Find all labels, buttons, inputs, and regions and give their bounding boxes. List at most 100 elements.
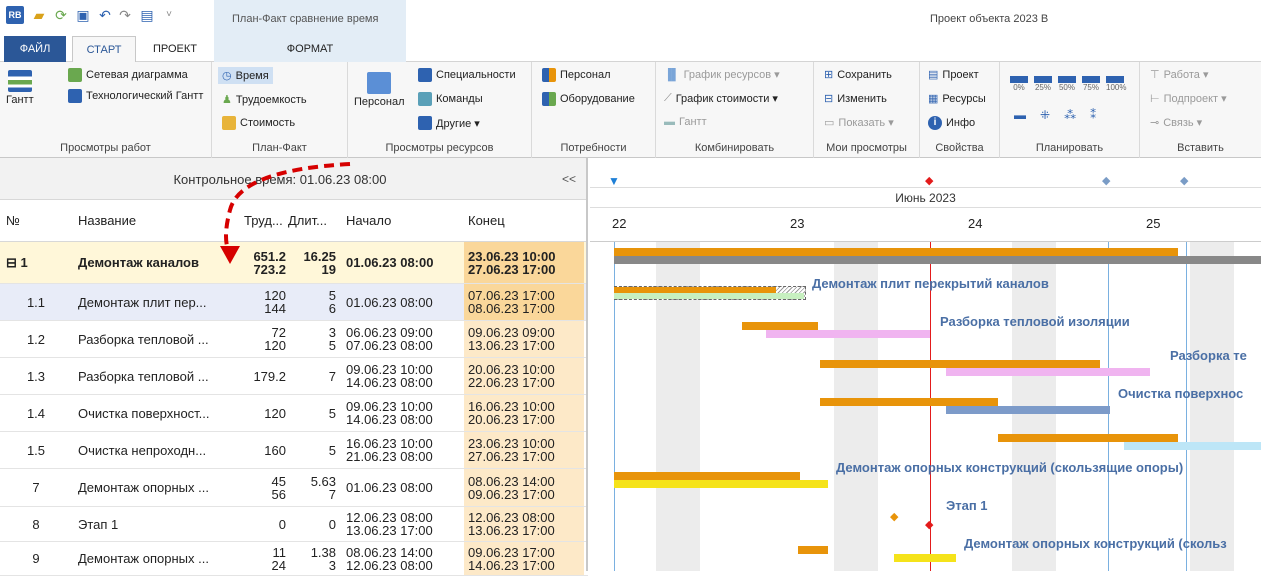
progress-100-button[interactable]: 100% <box>1106 76 1126 92</box>
collapse-grid-button[interactable]: << <box>562 172 576 186</box>
refresh-icon[interactable]: ⟳ <box>52 6 70 24</box>
fact-bar[interactable] <box>946 406 1110 414</box>
cost-chart-button[interactable]: ⟋ График стоимости ▾ <box>664 92 778 105</box>
fact-milestone-icon[interactable]: ◆ <box>925 518 933 531</box>
gantt-button[interactable]: Гантт <box>6 70 34 106</box>
dur-plan: 1.38 <box>310 544 336 560</box>
redo-icon[interactable]: ↷ <box>116 6 134 24</box>
specialties-button[interactable]: Специальности <box>418 68 516 82</box>
tab-start[interactable]: СТАРТ <box>72 36 136 63</box>
equipment-button[interactable]: Оборудование <box>542 92 635 106</box>
insert-work-icon: ⊤ <box>1150 69 1160 81</box>
resources-props-button[interactable]: ▦ Ресурсы <box>928 92 986 106</box>
plan-tool-4-icon[interactable]: ⁑ <box>1090 108 1096 122</box>
cell-num: 1.2 <box>26 331 46 347</box>
tab-format[interactable]: ФОРМАТ <box>214 36 406 62</box>
table-row[interactable]: 1.4 Очистка поверхност... 120 5 09.06.23 10:… <box>0 395 588 432</box>
others-button[interactable]: Другие ▾ <box>418 116 480 130</box>
cell-start: 01.06.23 08:00 <box>346 284 464 320</box>
network-diagram-button[interactable]: Сетевая диаграмма <box>68 68 188 82</box>
table-row[interactable]: 8 Этап 1 0 0 12.06.23 08:00 13.06.23 17:00 12.… <box>0 507 588 542</box>
fact-bar[interactable] <box>614 480 828 488</box>
dur-fact: 6 <box>328 301 336 316</box>
tab-file[interactable]: ФАЙЛ <box>4 36 66 62</box>
fact-bar[interactable] <box>614 293 804 299</box>
progress-75-button[interactable]: 75% <box>1082 76 1100 92</box>
undo-icon[interactable]: ↶ <box>96 6 114 24</box>
group-plan-fact: ◷ Время ♟ Трудоемкость Стоимость План-Факт <box>212 62 348 158</box>
tab-project[interactable]: ПРОЕКТ <box>140 36 210 62</box>
table-row[interactable]: 1.2 Разборка тепловой ... 72 120 3 5 06.06.23 … <box>0 321 588 358</box>
insert-link-button[interactable]: ⊸ Связь ▾ <box>1150 116 1202 129</box>
col-header-start[interactable]: Начало <box>346 200 466 241</box>
tech-gantt-icon <box>68 89 82 103</box>
progress-50-button[interactable]: 50% <box>1058 76 1076 92</box>
fact-bar[interactable] <box>1124 442 1261 450</box>
plan-bar[interactable] <box>614 248 1178 256</box>
cell-name[interactable]: Разборка тепловой ... <box>78 321 238 357</box>
plan-bar[interactable] <box>798 546 828 554</box>
plan-bar[interactable] <box>742 322 818 330</box>
cell-name[interactable]: Очистка непроходн... <box>78 432 238 468</box>
change-view-icon: ⊟ <box>824 93 834 105</box>
progress-25-button[interactable]: 25% <box>1034 76 1052 92</box>
insert-work-button[interactable]: ⊤ Работа ▾ <box>1150 68 1208 81</box>
table-row[interactable]: 1.5 Очистка непроходн... 160 5 16.06.23 10:0… <box>0 432 588 469</box>
project-props-button[interactable]: ▤ Проект <box>928 68 979 82</box>
cell-labor: 45 56 <box>240 469 286 506</box>
table-row[interactable]: 7 Демонтаж опорных ... 45 56 5.63 7 01.06.23 0… <box>0 469 588 507</box>
view-icon[interactable]: ▤ <box>138 6 156 24</box>
change-view-button[interactable]: ⊟ Изменить <box>824 92 887 106</box>
progress-0-button[interactable]: 0% <box>1010 76 1028 92</box>
tech-gantt-button[interactable]: Технологический Гантт <box>68 89 203 103</box>
teams-button[interactable]: Команды <box>418 92 483 106</box>
open-icon[interactable]: ▰ <box>30 6 48 24</box>
start-fact: 07.06.23 08:00 <box>346 338 433 353</box>
save-icon[interactable]: ▣ <box>74 6 92 24</box>
context-tab-area: План-Факт сравнение время <box>214 0 406 36</box>
cell-name[interactable]: Разборка тепловой ... <box>78 358 238 394</box>
cell-name[interactable]: Этап 1 <box>78 507 238 541</box>
plan-milestone-icon[interactable]: ◆ <box>890 510 898 523</box>
customize-icon[interactable]: ˅ <box>160 6 178 24</box>
col-header-num[interactable]: № <box>6 200 66 241</box>
project-start-marker-icon: ▼ <box>608 174 620 188</box>
plan-bar[interactable] <box>614 472 800 480</box>
labor-button[interactable]: ♟ Трудоемкость <box>222 93 307 107</box>
show-view-label: Показать ▾ <box>838 117 894 129</box>
plan-tool-3-icon[interactable]: ⁂ <box>1064 108 1076 122</box>
plan-bar[interactable] <box>820 398 998 406</box>
fact-bar[interactable] <box>894 554 956 562</box>
needs-personnel-button[interactable]: Персонал <box>542 68 611 82</box>
fact-bar[interactable] <box>766 330 930 338</box>
plan-bar[interactable] <box>998 434 1178 442</box>
insert-subproject-button[interactable]: ⊢ Подпроект ▾ <box>1150 92 1227 105</box>
cell-name[interactable]: Очистка поверхност... <box>78 395 238 431</box>
group-insert: ⊤ Работа ▾ ⊢ Подпроект ▾ ⊸ Связь ▾ Вставить <box>1140 62 1261 158</box>
cell-labor: 0 <box>240 507 286 541</box>
info-button[interactable]: i Инфо <box>928 116 975 130</box>
resource-chart-button[interactable]: ▐▌ График ресурсов ▾ <box>664 68 780 82</box>
personnel-view-button[interactable]: Персонал <box>354 72 405 108</box>
save-view-button[interactable]: ⊞ Сохранить <box>824 68 892 82</box>
show-view-button[interactable]: ▭ Показать ▾ <box>824 116 894 129</box>
combine-gantt-button[interactable]: ▬ Гантт <box>664 116 707 128</box>
plan-tool-2-icon[interactable]: ⁜ <box>1040 108 1050 122</box>
splitter[interactable] <box>586 158 588 571</box>
cost-button[interactable]: Стоимость <box>222 116 295 130</box>
fact-bar[interactable] <box>614 256 1261 264</box>
network-icon <box>68 68 82 82</box>
plan-tool-1-icon[interactable]: ▬ <box>1014 108 1026 122</box>
col-header-end[interactable]: Конец <box>468 200 584 241</box>
cell-name[interactable]: Демонтаж опорных ... <box>78 542 238 575</box>
fact-bar[interactable] <box>946 368 1150 376</box>
time-button[interactable]: ◷ Время <box>218 67 273 84</box>
table-row[interactable]: 1.3 Разборка тепловой ... 179.2 7 09.06.23 1… <box>0 358 588 395</box>
cell-name[interactable]: Демонтаж плит пер... <box>78 284 238 320</box>
table-row[interactable]: 1.1 Демонтаж плит пер... 120 144 5 6 01.06.23 … <box>0 284 588 321</box>
labor-label: Трудоемкость <box>235 93 307 106</box>
cell-num: 1.1 <box>26 294 46 310</box>
cell-name[interactable]: Демонтаж опорных ... <box>78 469 238 506</box>
group-label-work-views: Просмотры работ <box>60 142 151 154</box>
plan-bar[interactable] <box>820 360 1100 368</box>
